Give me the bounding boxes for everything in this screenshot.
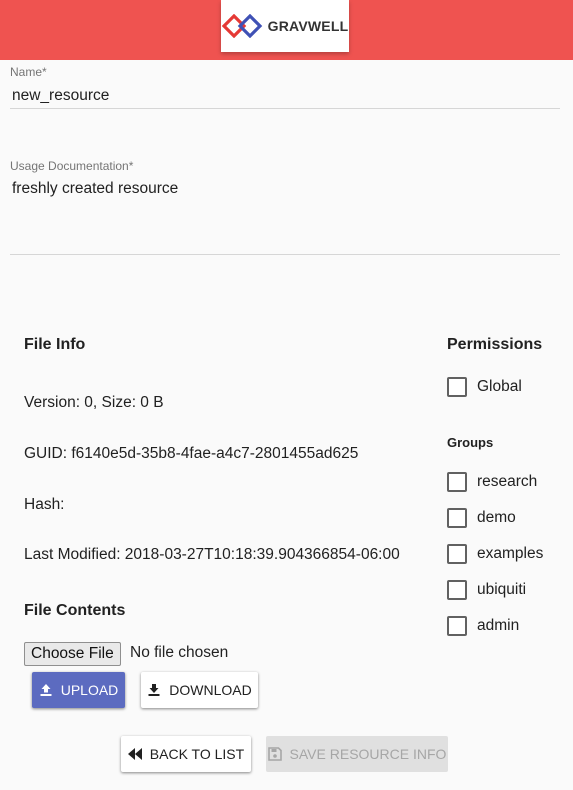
group-checkbox-row-demo[interactable]: demo — [447, 508, 516, 528]
global-checkbox-label: Global — [477, 378, 522, 395]
group-checkbox-demo[interactable] — [447, 508, 467, 528]
save-resource-info-label: SAVE RESOURCE INFO — [289, 746, 447, 762]
group-checkbox-row-admin[interactable]: admin — [447, 616, 519, 636]
group-label-admin: admin — [477, 617, 520, 634]
save-resource-info-button[interactable]: SAVE RESOURCE INFO — [266, 736, 448, 772]
name-input[interactable]: new_resource — [12, 87, 560, 105]
floppy-disk-icon — [267, 747, 282, 761]
logo[interactable]: GRAVWELL — [221, 0, 349, 52]
version-size-text: Version: 0, Size: 0 B — [24, 394, 164, 411]
download-icon — [148, 684, 160, 696]
upload-label: UPLOAD — [60, 682, 119, 698]
guid-text: GUID: f6140e5d-35b8-4fae-a4c7-2801455ad6… — [24, 445, 359, 462]
usage-documentation-textarea[interactable]: freshly created resource — [12, 180, 560, 198]
download-button[interactable]: DOWNLOAD — [141, 672, 258, 708]
groups-title: Groups — [447, 435, 494, 450]
permissions-title: Permissions — [447, 336, 543, 353]
top-app-bar: GRAVWELL — [0, 0, 573, 60]
file-status-text: No file chosen — [130, 644, 229, 661]
file-contents-title: File Contents — [24, 602, 126, 619]
group-label-examples: examples — [477, 545, 544, 562]
group-checkbox-row-ubiquiti[interactable]: ubiquiti — [447, 580, 526, 600]
back-to-list-button[interactable]: BACK TO LIST — [121, 736, 251, 772]
group-label-ubiquiti: ubiquiti — [477, 581, 527, 598]
rewind-icon — [127, 748, 142, 760]
back-to-list-label: BACK TO LIST — [149, 746, 245, 762]
group-checkbox-research[interactable] — [447, 472, 467, 492]
name-field-label: Name* — [10, 65, 47, 79]
last-modified-text: Last Modified: 2018-03-27T10:18:39.90436… — [24, 546, 400, 563]
group-checkbox-examples[interactable] — [447, 544, 467, 564]
upload-button[interactable]: UPLOAD — [32, 672, 125, 708]
usage-documentation-label: Usage Documentation* — [10, 159, 134, 173]
file-info-title: File Info — [24, 336, 86, 353]
usage-documentation-underline — [10, 254, 560, 255]
group-label-research: research — [477, 473, 538, 490]
upload-icon — [40, 684, 52, 696]
usage-documentation-field[interactable]: Usage Documentation* freshly created res… — [10, 159, 560, 198]
name-field-underline — [10, 108, 560, 109]
group-checkbox-admin[interactable] — [447, 616, 467, 636]
global-checkbox[interactable] — [447, 377, 467, 397]
group-checkbox-row-examples[interactable]: examples — [447, 544, 543, 564]
logo-text: GRAVWELL — [267, 18, 349, 34]
hash-text: Hash: — [24, 496, 65, 513]
gravwell-logo-icon — [221, 14, 262, 38]
name-field[interactable]: Name* new_resource — [10, 65, 560, 105]
group-checkbox-ubiquiti[interactable] — [447, 580, 467, 600]
global-checkbox-row[interactable]: Global — [447, 377, 522, 397]
group-checkbox-row-research[interactable]: research — [447, 472, 537, 492]
choose-file-button[interactable]: Choose File — [24, 642, 121, 666]
group-label-demo: demo — [477, 509, 516, 526]
download-label: DOWNLOAD — [169, 682, 252, 698]
